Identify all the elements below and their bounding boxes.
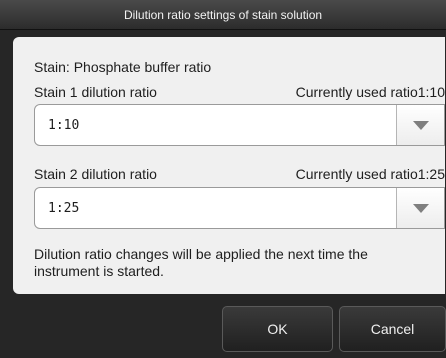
stain2-ratio-select[interactable]: 1:25 bbox=[34, 187, 445, 229]
cancel-button[interactable]: Cancel bbox=[339, 306, 446, 352]
triangle-down-icon bbox=[413, 204, 429, 213]
stain2-label: Stain 2 dilution ratio bbox=[34, 166, 157, 182]
stain1-label: Stain 1 dilution ratio bbox=[34, 84, 157, 100]
stain2-dropdown-button[interactable] bbox=[396, 188, 444, 228]
stain1-current-ratio: Currently used ratio1:10 bbox=[295, 84, 445, 100]
stain1-ratio-select[interactable]: 1:10 bbox=[34, 104, 445, 146]
dilution-settings-dialog: Dilution ratio settings of stain solutio… bbox=[0, 0, 446, 358]
panel-heading: Stain: Phosphate buffer ratio bbox=[34, 59, 212, 75]
settings-panel: Stain: Phosphate buffer ratio Stain 1 di… bbox=[13, 37, 445, 294]
stain2-ratio-value: 1:25 bbox=[48, 201, 80, 216]
dialog-title: Dilution ratio settings of stain solutio… bbox=[0, 0, 446, 30]
stain2-current-ratio: Currently used ratio1:25 bbox=[295, 166, 445, 182]
stain1-ratio-value: 1:10 bbox=[48, 118, 80, 133]
ok-button[interactable]: OK bbox=[222, 306, 333, 352]
stain1-dropdown-button[interactable] bbox=[396, 105, 444, 145]
restart-note: Dilution ratio changes will be applied t… bbox=[34, 246, 368, 279]
triangle-down-icon bbox=[413, 121, 429, 130]
